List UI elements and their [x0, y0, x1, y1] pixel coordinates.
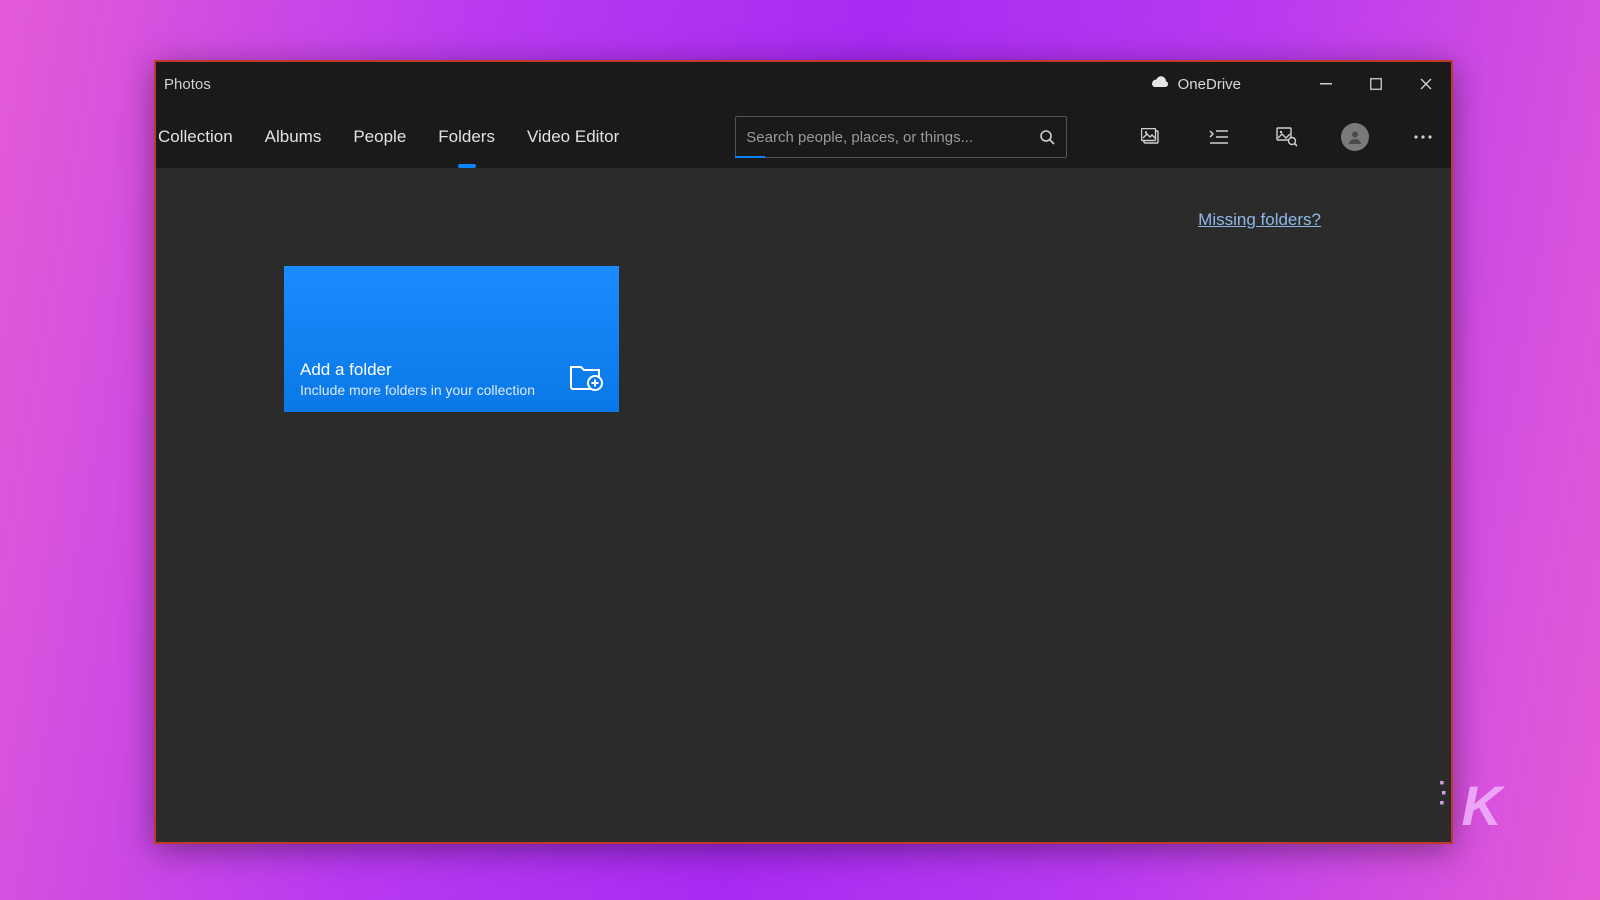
- maximize-button[interactable]: [1351, 62, 1401, 106]
- tab-albums[interactable]: Albums: [249, 106, 338, 168]
- tab-video-editor[interactable]: Video Editor: [511, 106, 635, 168]
- add-folder-subtitle: Include more folders in your collection: [300, 382, 535, 398]
- close-button[interactable]: [1401, 62, 1451, 106]
- search-focus-indicator: [735, 156, 765, 158]
- select-button[interactable]: [1195, 113, 1243, 161]
- image-search-button[interactable]: [1263, 113, 1311, 161]
- search-box[interactable]: [735, 116, 1067, 158]
- titlebar: Photos OneDrive: [156, 62, 1451, 106]
- app-title: Photos: [162, 76, 211, 93]
- add-folder-title: Add a folder: [300, 360, 535, 380]
- add-folder-tile[interactable]: Add a folder Include more folders in you…: [284, 266, 619, 412]
- search-icon[interactable]: [1028, 129, 1066, 145]
- tab-people[interactable]: People: [337, 106, 422, 168]
- import-button[interactable]: [1127, 113, 1175, 161]
- nav-tabs: Collection Albums People Folders Video E…: [156, 106, 635, 168]
- account-button[interactable]: [1331, 113, 1379, 161]
- photos-app-window: Photos OneDrive Collection Albums: [154, 60, 1453, 844]
- content-area: Missing folders? Add a folder Include mo…: [156, 168, 1451, 842]
- tab-folders[interactable]: Folders: [422, 106, 511, 168]
- onedrive-label: OneDrive: [1178, 76, 1241, 93]
- toolbar: Collection Albums People Folders Video E…: [156, 106, 1451, 168]
- minimize-button[interactable]: [1301, 62, 1351, 106]
- search-input[interactable]: [736, 129, 1028, 146]
- watermark: ▪ ▪▪ K: [1462, 773, 1500, 838]
- tab-collection[interactable]: Collection: [156, 106, 249, 168]
- folder-add-icon: [569, 361, 603, 396]
- missing-folders-link[interactable]: Missing folders?: [1198, 210, 1321, 230]
- more-button[interactable]: [1399, 113, 1447, 161]
- cloud-icon: [1150, 75, 1170, 93]
- onedrive-button[interactable]: OneDrive: [1150, 75, 1241, 93]
- avatar-icon: [1341, 123, 1369, 151]
